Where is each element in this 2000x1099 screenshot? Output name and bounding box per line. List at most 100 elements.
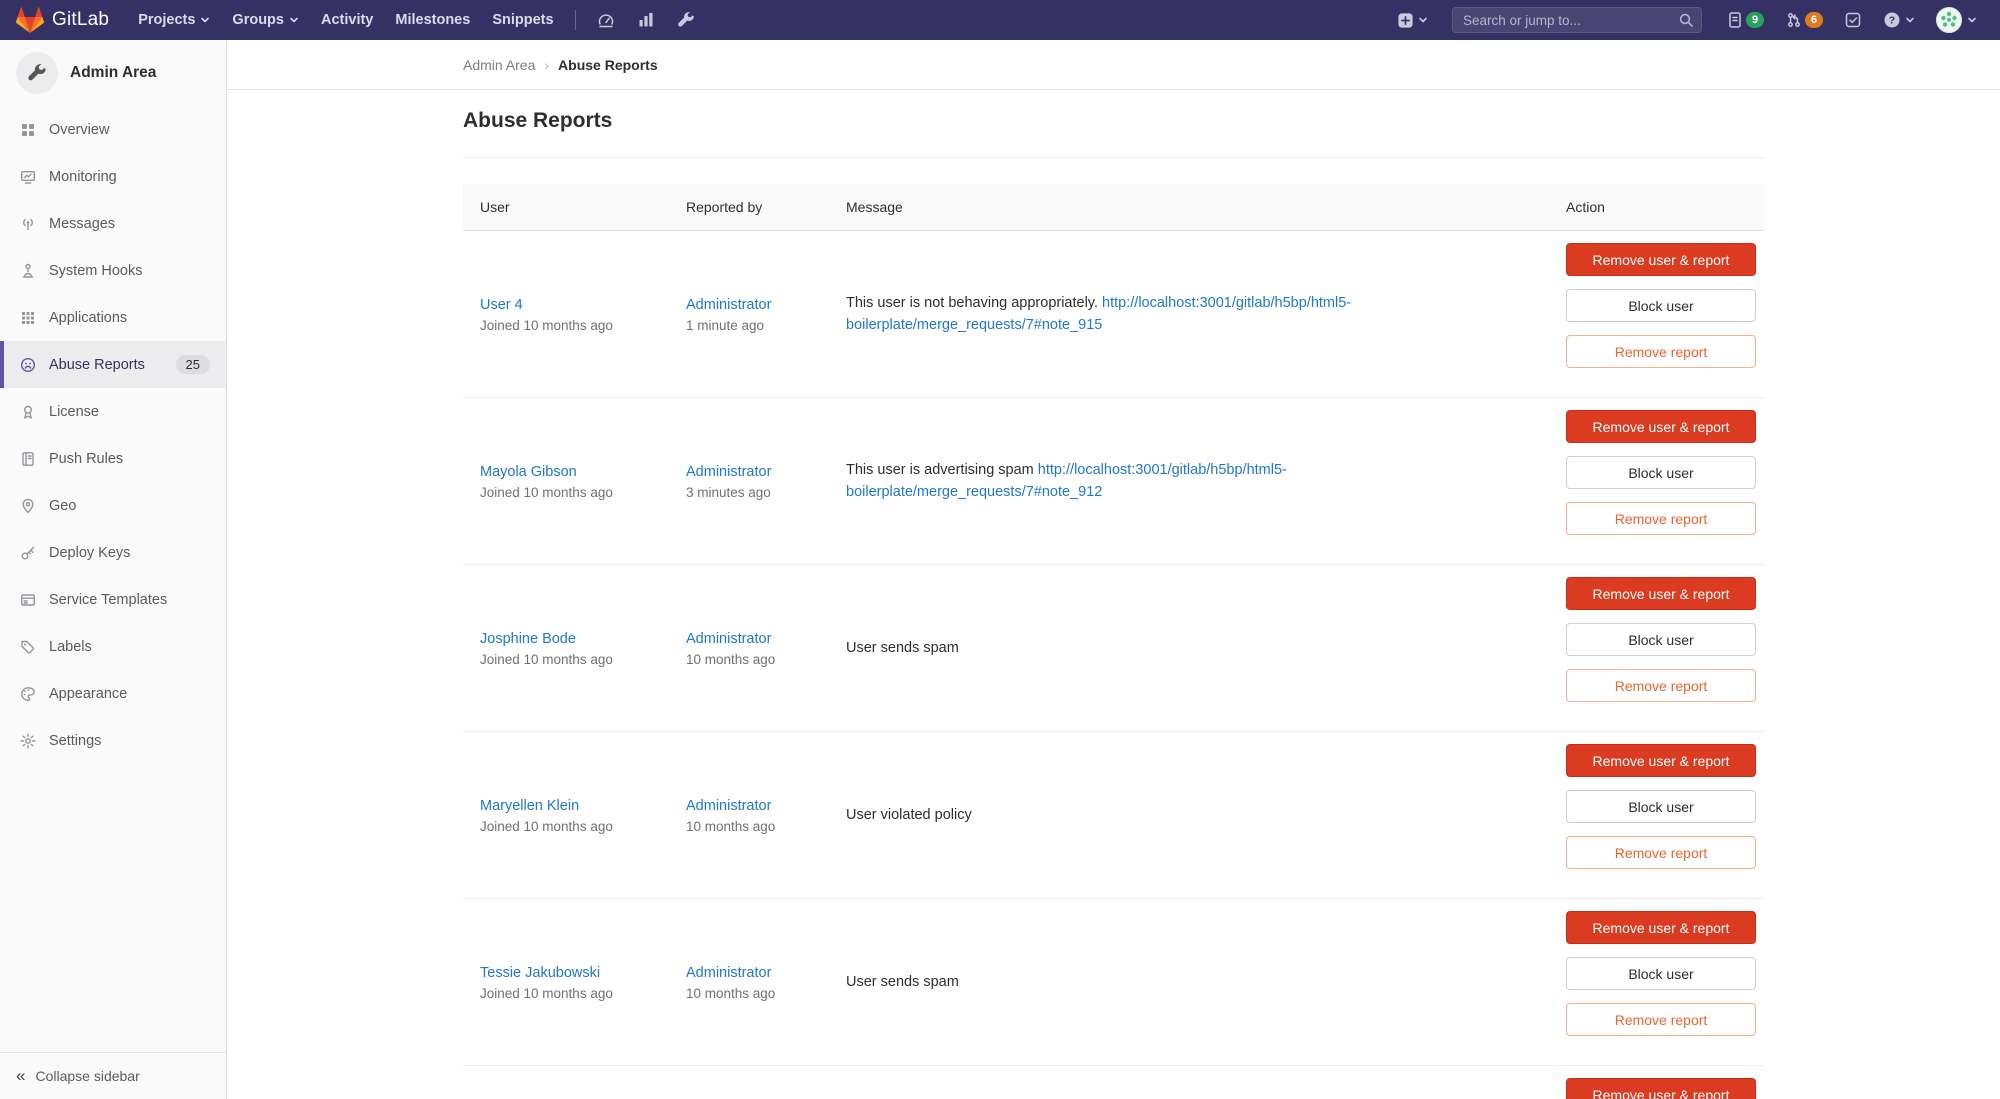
breadcrumb-separator: › xyxy=(544,57,549,73)
sidebar-item-messages[interactable]: Messages xyxy=(0,200,226,247)
page-title: Abuse Reports xyxy=(463,90,1764,134)
remove-user-and-report-button[interactable]: Remove user & report xyxy=(1566,243,1756,276)
sidebar-item-license[interactable]: License xyxy=(0,388,226,435)
message-cell: User sends spam xyxy=(846,971,1566,993)
template-card-icon xyxy=(20,592,36,608)
block-user-button[interactable]: Block user xyxy=(1566,790,1756,823)
remove-user-and-report-button[interactable]: Remove user & report xyxy=(1566,1078,1756,1099)
remove-user-and-report-button[interactable]: Remove user & report xyxy=(1566,410,1756,443)
dashboard-gauge-icon[interactable] xyxy=(586,0,626,40)
nav-milestones[interactable]: Milestones xyxy=(384,0,481,40)
action-cell: Remove user & report Block user Remove r… xyxy=(1566,899,1764,1049)
chevron-down-icon xyxy=(1967,15,1977,25)
applications-grid-icon xyxy=(20,310,36,326)
sidebar-item-applications[interactable]: Applications xyxy=(0,294,226,341)
remove-report-button[interactable]: Remove report xyxy=(1566,1003,1756,1036)
report-time: 1 minute ago xyxy=(686,318,846,333)
todos-button[interactable] xyxy=(1837,11,1869,29)
user-cell: User 4 Joined 10 months ago xyxy=(463,296,686,333)
sidebar-context-header[interactable]: Admin Area xyxy=(0,40,226,106)
breadcrumb-admin-area[interactable]: Admin Area xyxy=(463,57,535,73)
user-link[interactable]: Maryellen Klein xyxy=(480,798,579,814)
remove-user-and-report-button[interactable]: Remove user & report xyxy=(1566,744,1756,777)
sidebar-item-settings[interactable]: Settings xyxy=(0,717,226,764)
message-cell: This user is advertising spam http://loc… xyxy=(846,459,1566,503)
merge-requests-counter[interactable]: 6 xyxy=(1778,11,1830,29)
abuse-reports-table: User Reported by Message Action User 4 J… xyxy=(463,184,1764,1099)
reporter-link[interactable]: Administrator xyxy=(686,464,771,480)
user-link[interactable]: Tessie Jakubowski xyxy=(480,965,600,981)
action-cell: Remove user & report Block user Remove r… xyxy=(1566,1066,1764,1099)
sidebar-nav: Overview Monitoring Messages System Hook… xyxy=(0,106,226,764)
reporter-link[interactable]: Administrator xyxy=(686,297,771,313)
user-link[interactable]: User 4 xyxy=(480,297,523,313)
help-menu-button[interactable]: ? xyxy=(1876,11,1922,29)
message-cell: This user is not behaving appropriately.… xyxy=(846,292,1566,336)
user-menu-button[interactable] xyxy=(1929,7,1984,33)
sidebar-item-monitoring[interactable]: Monitoring xyxy=(0,153,226,200)
action-cell: Remove user & report Block user Remove r… xyxy=(1566,732,1764,882)
block-user-button[interactable]: Block user xyxy=(1566,456,1756,489)
sidebar-item-overview[interactable]: Overview xyxy=(0,106,226,153)
sidebar-item-appearance[interactable]: Appearance xyxy=(0,670,226,717)
column-header-action: Action xyxy=(1566,199,1764,215)
chevron-down-icon xyxy=(1418,15,1428,25)
avatar xyxy=(1936,7,1962,33)
user-link[interactable]: Josphine Bode xyxy=(480,631,576,647)
admin-wrench-icon[interactable] xyxy=(666,0,706,40)
remove-user-and-report-button[interactable]: Remove user & report xyxy=(1566,911,1756,944)
sidebar-item-labels[interactable]: Labels xyxy=(0,623,226,670)
sidebar-item-geo[interactable]: Geo xyxy=(0,482,226,529)
top-navbar: GitLab Projects Groups Activity Mileston… xyxy=(0,0,2000,40)
new-menu-button[interactable] xyxy=(1390,12,1435,29)
remove-report-button[interactable]: Remove report xyxy=(1566,335,1756,368)
reporter-link[interactable]: Administrator xyxy=(686,798,771,814)
nav-groups-label: Groups xyxy=(232,12,284,28)
action-cell: Remove user & report Block user Remove r… xyxy=(1566,398,1764,548)
navbar-divider xyxy=(575,10,576,30)
report-time: 10 months ago xyxy=(686,652,846,667)
user-cell: Josphine Bode Joined 10 months ago xyxy=(463,630,686,667)
user-joined: Joined 10 months ago xyxy=(480,986,686,1001)
book-icon xyxy=(20,451,36,467)
block-user-button[interactable]: Block user xyxy=(1566,957,1756,990)
nav-snippets[interactable]: Snippets xyxy=(481,0,564,40)
breadcrumb: Admin Area › Abuse Reports xyxy=(463,57,1764,73)
user-joined: Joined 10 months ago xyxy=(480,819,686,834)
sidebar-item-push-rules[interactable]: Push Rules xyxy=(0,435,226,482)
message-text: This user is advertising spam xyxy=(846,462,1038,478)
gitlab-logo[interactable]: GitLab xyxy=(16,6,109,34)
message-text: This user is not behaving appropriately. xyxy=(846,295,1102,311)
issues-count-badge: 9 xyxy=(1746,12,1764,28)
collapse-sidebar-button[interactable]: « Collapse sidebar xyxy=(0,1052,226,1099)
nav-activity[interactable]: Activity xyxy=(310,0,384,40)
remove-report-button[interactable]: Remove report xyxy=(1566,836,1756,869)
block-user-button[interactable]: Block user xyxy=(1566,623,1756,656)
block-user-button[interactable]: Block user xyxy=(1566,289,1756,322)
breadcrumb-current: Abuse Reports xyxy=(558,57,658,73)
message-text: User sends spam xyxy=(846,640,959,656)
charts-icon[interactable] xyxy=(626,0,666,40)
message-cell: User violated policy xyxy=(846,804,1566,826)
column-header-message: Message xyxy=(846,199,1566,215)
remove-report-button[interactable]: Remove report xyxy=(1566,502,1756,535)
main-nav: Projects Groups Activity Milestones Snip… xyxy=(127,0,564,40)
sidebar-item-system-hooks[interactable]: System Hooks xyxy=(0,247,226,294)
reporter-link[interactable]: Administrator xyxy=(686,965,771,981)
sidebar-item-service-templates[interactable]: Service Templates xyxy=(0,576,226,623)
sidebar-item-abuse-reports[interactable]: Abuse Reports 25 xyxy=(0,341,226,388)
search-input[interactable] xyxy=(1452,7,1702,33)
action-cell: Remove user & report Block user Remove r… xyxy=(1566,565,1764,715)
sidebar-item-deploy-keys[interactable]: Deploy Keys xyxy=(0,529,226,576)
nav-projects-label: Projects xyxy=(138,12,195,28)
remove-report-button[interactable]: Remove report xyxy=(1566,669,1756,702)
nav-groups[interactable]: Groups xyxy=(221,0,310,40)
reporter-link[interactable]: Administrator xyxy=(686,631,771,647)
issues-counter[interactable]: 9 xyxy=(1719,11,1771,29)
user-joined: Joined 10 months ago xyxy=(480,485,686,500)
column-header-reported-by: Reported by xyxy=(686,199,846,215)
nav-projects[interactable]: Projects xyxy=(127,0,221,40)
admin-area-avatar xyxy=(16,52,58,94)
user-link[interactable]: Mayola Gibson xyxy=(480,464,577,480)
remove-user-and-report-button[interactable]: Remove user & report xyxy=(1566,577,1756,610)
